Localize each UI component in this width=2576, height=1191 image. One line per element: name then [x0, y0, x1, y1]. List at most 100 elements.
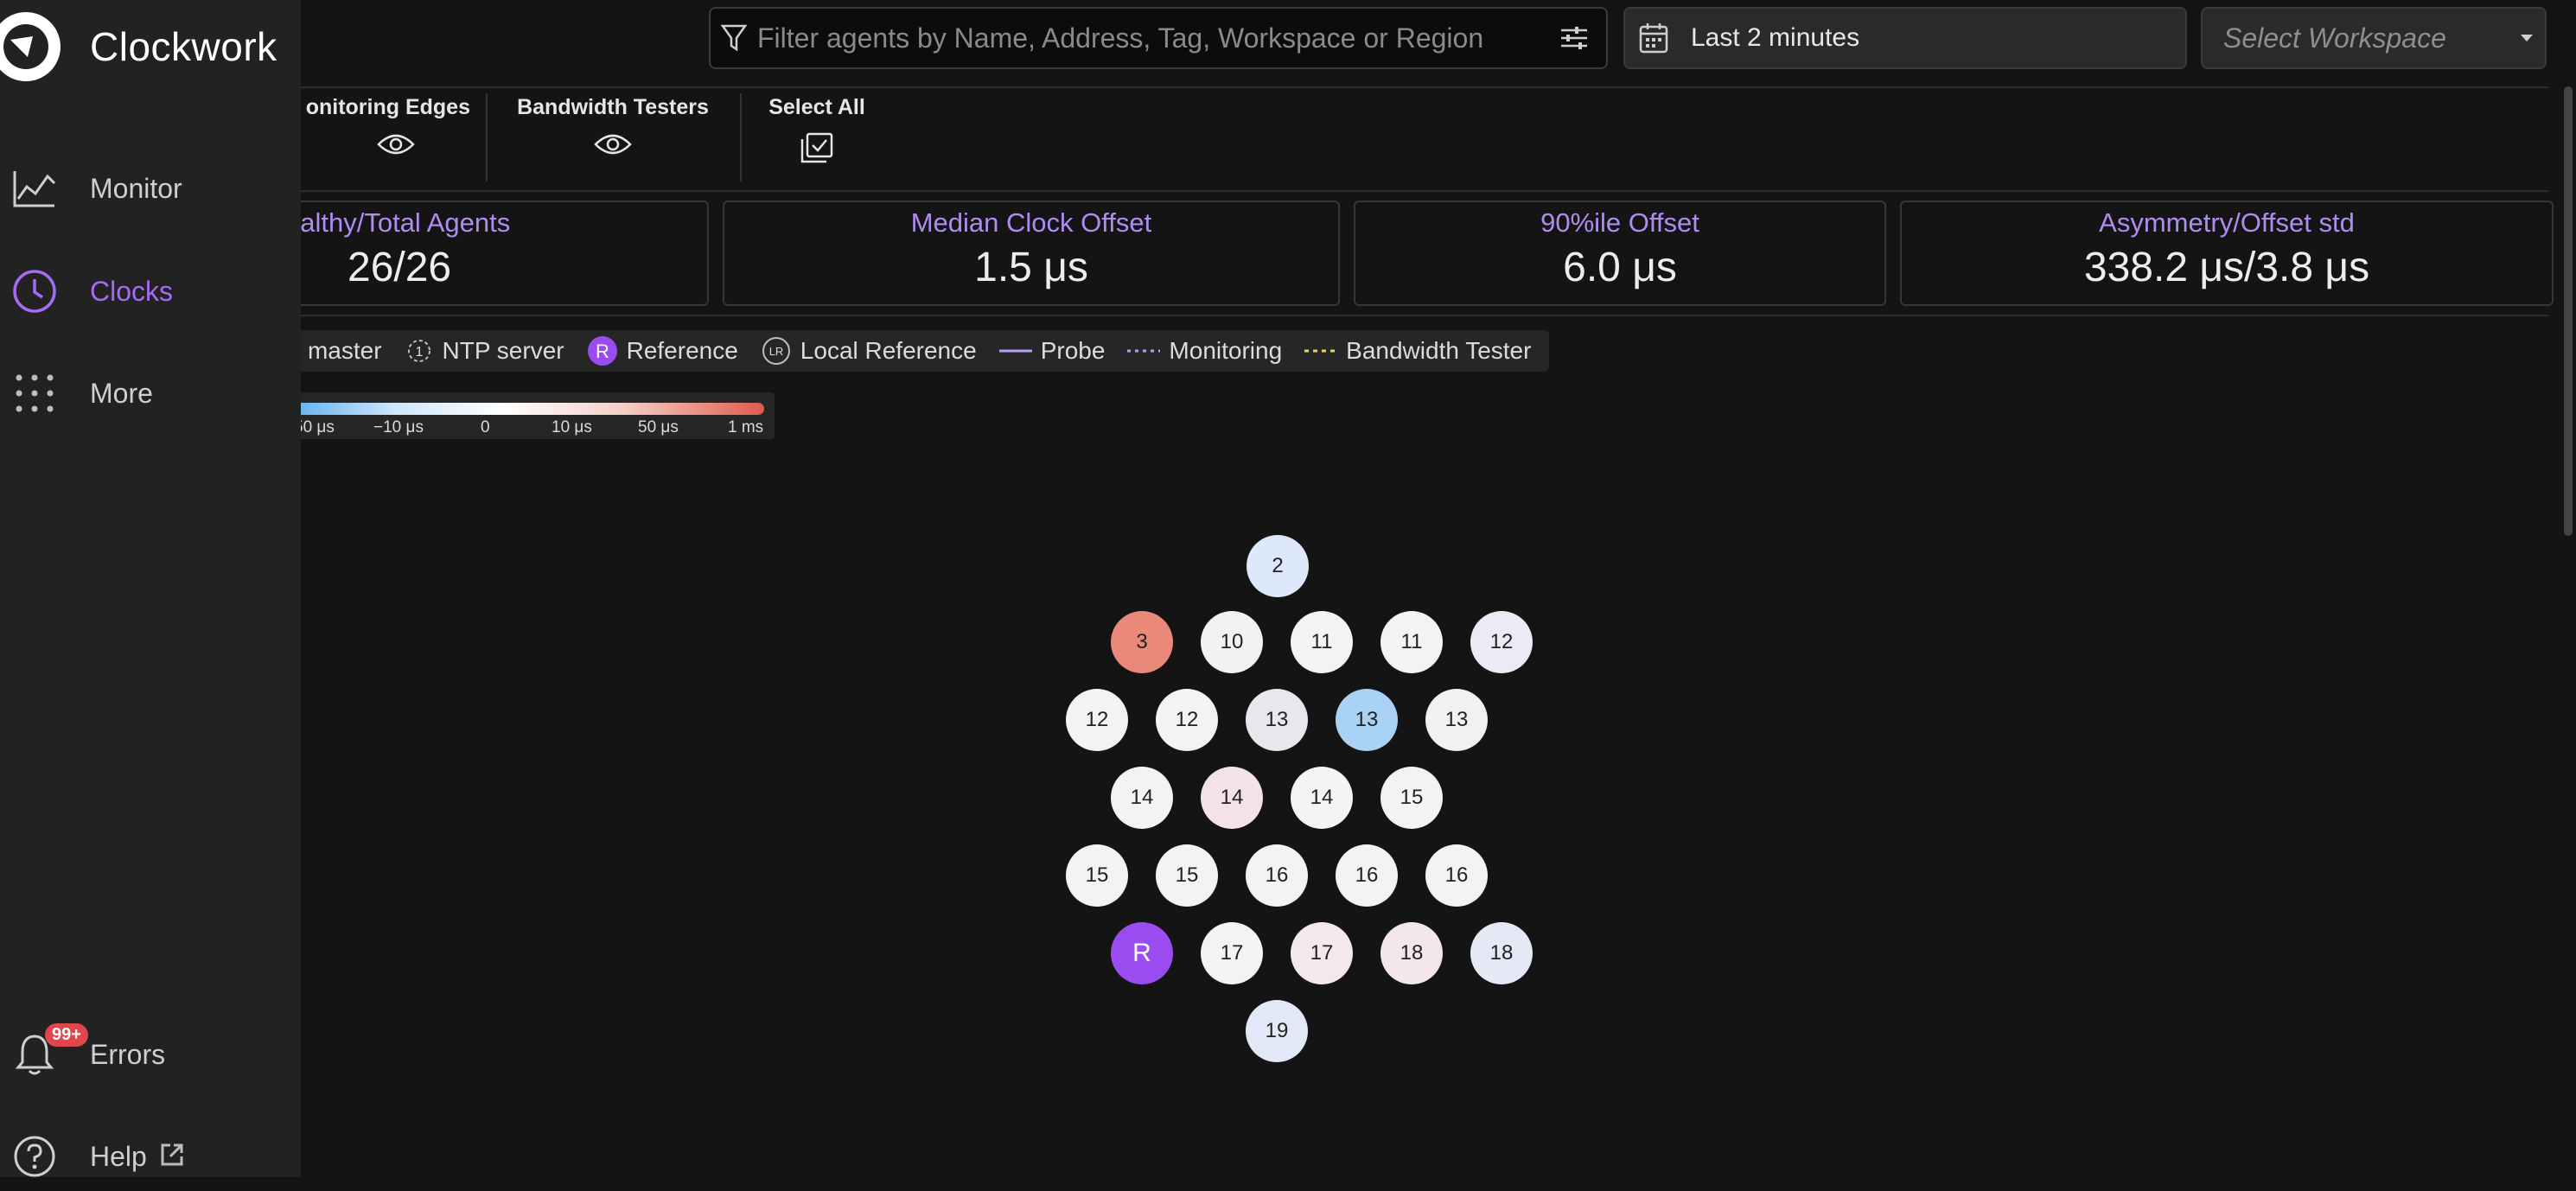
clock-icon [10, 267, 59, 315]
stat-value: 26/26 [348, 245, 452, 290]
solid-line-icon [998, 349, 1032, 353]
agent-node[interactable]: 11 [1380, 611, 1443, 673]
stat-card-healthy-agents: ealthy/Total Agents 26/26 [259, 201, 709, 306]
filter-placeholder: Filter agents by Name, Address, Tag, Wor… [757, 22, 1484, 54]
agent-node[interactable]: 15 [1156, 844, 1218, 907]
bell-icon: 99+ [10, 1023, 88, 1079]
divider [740, 93, 742, 182]
grid-dots-icon [10, 369, 59, 417]
sidebar-item-label: More [90, 377, 153, 409]
legend-label: Bandwidth Tester [1346, 337, 1532, 364]
sidebar-item-label: Errors [90, 1038, 166, 1070]
legend-label: NTP server [442, 337, 564, 364]
select-all-button[interactable]: Select All [759, 95, 875, 163]
sidebar-item-help[interactable]: Help [0, 1122, 185, 1191]
filter-icon [721, 23, 747, 53]
sidebar-item-monitor[interactable]: Monitor [0, 154, 182, 223]
agent-node[interactable]: 2 [1247, 535, 1309, 597]
app-logo[interactable]: Clockwork [0, 12, 277, 81]
sidebar-item-clocks[interactable]: Clocks [0, 257, 173, 326]
agent-node[interactable]: 10 [1201, 611, 1263, 673]
agent-node[interactable]: 15 [1380, 767, 1443, 829]
stat-card-asymmetry: Asymmetry/Offset std 338.2 μs/3.8 μs [1900, 201, 2554, 306]
legend-item-local-reference: LR Local Reference [761, 335, 977, 366]
agent-filter-input[interactable]: Filter agents by Name, Address, Tag, Wor… [709, 7, 1608, 69]
stat-title: 90%ile Offset [1540, 207, 1699, 238]
agent-node[interactable]: 12 [1470, 611, 1533, 673]
legend-label: Probe [1040, 337, 1106, 364]
svg-text:1: 1 [415, 345, 423, 360]
agent-node[interactable]: 14 [1111, 767, 1173, 829]
sidebar-item-errors[interactable]: 99+ Errors [0, 1020, 165, 1089]
sidebar-item-more[interactable]: More [0, 359, 153, 428]
agent-node[interactable]: 15 [1066, 844, 1128, 907]
svg-text:LR: LR [768, 345, 783, 358]
legend-label: Monitoring [1169, 337, 1283, 364]
toggle-label: onitoring Edges [305, 95, 470, 119]
eye-icon [278, 132, 470, 156]
filter-settings-icon[interactable] [1559, 25, 1589, 51]
toggle-label: Select All [768, 95, 865, 119]
agent-node[interactable]: 14 [1201, 767, 1263, 829]
sidebar-item-label: Help [90, 1140, 147, 1172]
color-scale-bar [290, 403, 764, 415]
toggle-bandwidth-testers[interactable]: Bandwidth Testers [508, 95, 717, 156]
agent-node[interactable]: 16 [1336, 844, 1398, 907]
external-link-icon [159, 1142, 185, 1172]
agent-node[interactable]: 17 [1291, 922, 1353, 984]
sidebar-item-label: Clocks [90, 275, 174, 307]
agent-node[interactable]: 16 [1425, 844, 1488, 907]
agent-node[interactable]: 14 [1291, 767, 1353, 829]
agent-node[interactable]: 18 [1380, 922, 1443, 984]
agent-node[interactable]: 13 [1425, 689, 1488, 751]
agent-node[interactable]: 17 [1201, 922, 1263, 984]
stat-card-median-offset: Median Clock Offset 1.5 μs [723, 201, 1340, 306]
sidebar: Clockwork Monitor Clocks More 99+ Errors [0, 0, 301, 1177]
agent-node[interactable]: 3 [1111, 611, 1173, 673]
agent-node[interactable]: 19 [1246, 1000, 1308, 1062]
scale-tick: 50 μs [638, 418, 679, 436]
agent-node[interactable]: 18 [1470, 922, 1533, 984]
help-circle-icon [10, 1132, 59, 1181]
legend-label: Local Reference [800, 337, 977, 364]
legend-item-probe: Probe [998, 337, 1106, 365]
agent-node[interactable]: 12 [1066, 689, 1128, 751]
scale-tick: −10 μs [373, 418, 424, 436]
reference-agent-node[interactable]: R [1111, 922, 1173, 984]
eye-icon [508, 132, 717, 156]
local-reference-icon: LR [762, 337, 790, 365]
dotted-line-icon [1127, 349, 1161, 353]
legend-label: Reference [626, 337, 738, 364]
scrollbar[interactable] [2564, 86, 2573, 536]
calendar-icon [1639, 22, 1668, 54]
svg-text:R: R [596, 341, 609, 362]
stat-title: ealthy/Total Agents [285, 207, 511, 238]
toggle-monitoring-edges[interactable]: onitoring Edges [278, 95, 470, 156]
agent-node[interactable]: 13 [1246, 689, 1308, 751]
stat-title: Median Clock Offset [910, 207, 1152, 238]
ntp-server-icon: 1 [407, 340, 430, 362]
errors-count-badge: 99+ [45, 1023, 88, 1047]
divider [301, 86, 2548, 88]
agent-node[interactable]: 12 [1156, 689, 1218, 751]
date-range-value: Last 2 minutes [1691, 23, 1860, 52]
caret-down-icon [2519, 33, 2535, 43]
workspace-select[interactable]: Select Workspace [2201, 7, 2547, 69]
reference-icon: R [587, 336, 617, 366]
agent-node[interactable]: 16 [1246, 844, 1308, 907]
stat-card-90ile-offset: 90%ile Offset 6.0 μs [1354, 201, 1886, 306]
chart-line-icon [10, 164, 59, 213]
app-name: Clockwork [90, 24, 277, 69]
scale-tick: 1 ms [728, 418, 764, 436]
agent-node[interactable]: 13 [1336, 689, 1398, 751]
legend-item-monitoring: Monitoring [1127, 337, 1282, 365]
agent-node[interactable]: 11 [1291, 611, 1353, 673]
stat-value: 1.5 μs [974, 245, 1088, 290]
legend-item-reference: R Reference [587, 335, 738, 366]
dashed-line-icon [1304, 349, 1338, 353]
workspace-placeholder: Select Workspace [2223, 22, 2446, 54]
divider [301, 315, 2548, 316]
date-range-picker[interactable]: Last 2 minutes [1623, 7, 2187, 69]
scale-tick: 0 [481, 418, 490, 436]
divider [301, 190, 2548, 192]
